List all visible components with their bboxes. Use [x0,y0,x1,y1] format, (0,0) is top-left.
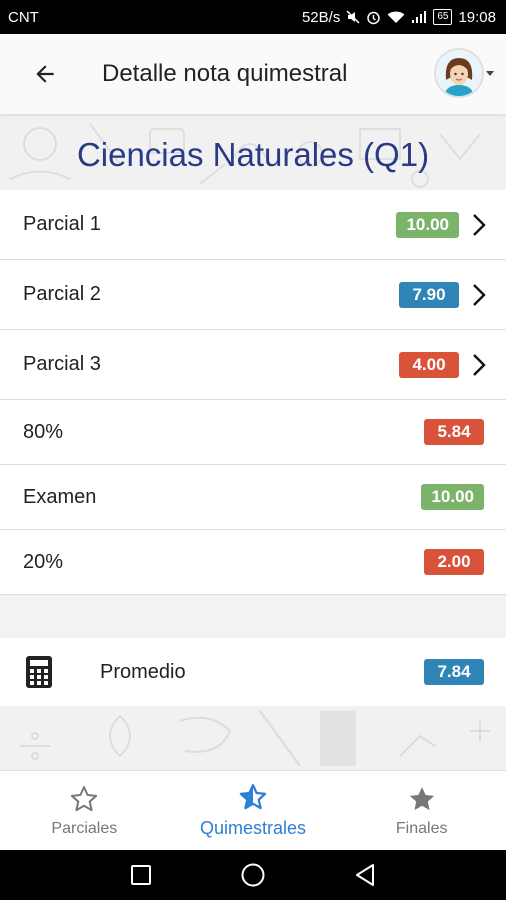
arrow-back-icon [36,65,54,83]
signal-icon [411,10,427,24]
grade-badge: 7.90 [399,281,459,308]
nav-label: Finales [395,819,448,837]
clock: 19:08 [458,8,496,26]
chevron-down-icon [486,70,494,76]
grade-badge: 2.00 [424,549,484,575]
nav-label: Parciales [51,819,118,837]
chevron-right-icon [473,213,486,236]
battery-indicator: 65 [433,9,453,25]
grade-list: Parcial 1 10.00 Parcial 2 7.90 Parcial 3… [0,190,506,595]
subject-title: Ciencias Naturales (Q1) [76,136,430,173]
home-icon[interactable] [240,862,266,888]
grade-row-20-percent: 20% 2.00 [0,530,506,595]
star-half-icon [239,784,267,810]
grade-row-80-percent: 80% 5.84 [0,400,506,465]
back-button[interactable] [22,51,68,97]
grade-row-examen: Examen 10.00 [0,465,506,530]
grade-badge: 10.00 [396,211,459,238]
network-speed: 52B/s [301,8,341,26]
grade-label: 20% [23,550,64,573]
grade-row-parcial-3[interactable]: Parcial 3 4.00 [0,330,506,400]
system-navigation-bar [0,850,506,900]
average-label: Promedio [100,660,186,683]
doodle-pattern-icon [20,710,490,767]
decorative-pattern [0,706,506,770]
section-divider [0,595,506,638]
star-outline-icon [71,785,98,811]
profile-menu-button[interactable] [434,48,494,98]
grade-badge: 4.00 [399,351,459,378]
grade-badge: 5.84 [424,419,484,445]
carrier-label: CNT [8,8,39,26]
page-title: Detalle nota quimestral [102,60,348,87]
average-row: Promedio 7.84 [0,638,506,706]
chevron-right-icon [473,353,486,376]
bottom-navigation: Parciales Quimestrales Finales [0,770,506,850]
grade-label: Examen [23,485,97,508]
app-bar: Detalle nota quimestral [0,34,506,114]
grade-label: 80% [23,420,64,443]
avatar [434,48,484,98]
grade-row-parcial-1[interactable]: Parcial 1 10.00 [0,190,506,260]
star-filled-icon [409,786,434,810]
status-bar: CNT 52B/s 65 19:08 [0,0,506,34]
recents-icon[interactable] [130,864,152,886]
grade-badge: 10.00 [421,484,484,510]
grade-row-parcial-2[interactable]: Parcial 2 7.90 [0,260,506,330]
nav-item-finales[interactable]: Finales [337,771,506,850]
alarm-icon [366,10,381,25]
grade-label: Parcial 1 [23,213,101,235]
nav-label: Quimestrales [199,818,307,838]
status-icons: 52B/s 65 19:08 [302,9,496,26]
grade-label: Parcial 3 [23,353,101,375]
mute-icon [346,10,360,24]
chevron-right-icon [473,283,486,306]
back-triangle-icon[interactable] [354,863,376,887]
grade-label: Parcial 2 [23,283,101,305]
average-badge: 7.84 [424,659,484,685]
nav-item-quimestrales[interactable]: Quimestrales [169,771,338,850]
wifi-icon [387,10,405,24]
user-avatar-icon [436,50,482,96]
nav-item-parciales[interactable]: Parciales [0,771,169,850]
calculator-icon [26,656,52,688]
